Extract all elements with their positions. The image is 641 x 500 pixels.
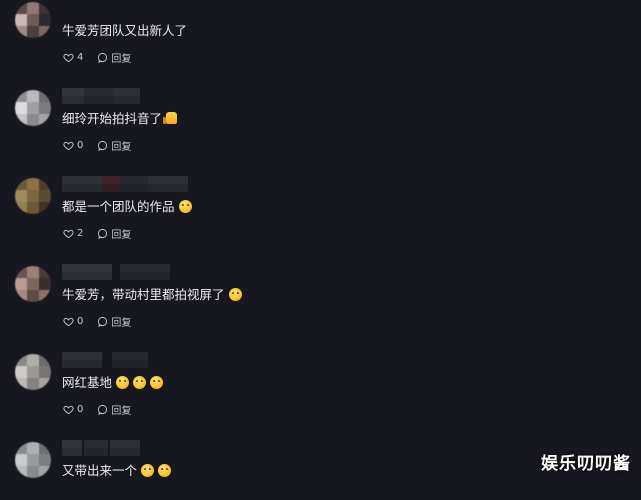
comment-text-label: 都是一个团队的作品 xyxy=(62,199,175,214)
comment-feed: 牛爱芳团队又出新人了 4 回复 细玲开始拍抖音了 0 回复 都是一个团队的作品 2 回复 牛爱芳，… xyxy=(0,0,641,484)
comment-text: 细玲开始拍抖音了 xyxy=(62,111,178,127)
comment-text: 牛爱芳团队又出新人了 xyxy=(62,23,187,39)
comment-text-label: 又带出来一个 xyxy=(62,463,138,478)
avatar[interactable] xyxy=(15,354,51,390)
comment-text-label: 牛爱芳，带动村里都拍视屏了 xyxy=(62,287,225,302)
comment-item: 细玲开始拍抖音了 0 回复 xyxy=(0,60,641,153)
smile-emoji-icon xyxy=(228,288,242,301)
avatar[interactable] xyxy=(15,178,51,214)
thinking-emoji-icon xyxy=(116,376,130,389)
avatar[interactable] xyxy=(15,90,51,126)
avatar[interactable] xyxy=(15,442,51,478)
thinking-emoji-icon xyxy=(150,376,164,389)
thumbs-up-emoji-icon xyxy=(163,112,178,124)
comment-text: 都是一个团队的作品 xyxy=(62,199,192,215)
comment-item: 牛爱芳团队又出新人了 4 回复 xyxy=(0,0,641,65)
comment-text: 牛爱芳，带动村里都拍视屏了 xyxy=(62,287,242,303)
watermark: 娱乐叨叨酱 xyxy=(541,454,631,474)
comment-text-label: 细玲开始拍抖音了 xyxy=(62,111,163,126)
smile-emoji-icon xyxy=(178,200,192,213)
comment-text-label: 网红基地 xyxy=(62,375,113,390)
comment-item: 都是一个团队的作品 2 回复 xyxy=(0,148,641,241)
thinking-emoji-icon xyxy=(133,376,147,389)
avatar[interactable] xyxy=(15,266,51,302)
laughing-emoji-icon xyxy=(158,464,172,477)
avatar[interactable] xyxy=(15,2,51,38)
comment-text: 又带出来一个 xyxy=(62,463,172,479)
comment-text: 网红基地 xyxy=(62,375,164,391)
laughing-emoji-icon xyxy=(141,464,155,477)
comment-item: 网红基地 0 回复 xyxy=(0,324,641,417)
comment-item: 牛爱芳，带动村里都拍视屏了 0 回复 xyxy=(0,236,641,329)
comment-text-label: 牛爱芳团队又出新人了 xyxy=(62,23,188,38)
